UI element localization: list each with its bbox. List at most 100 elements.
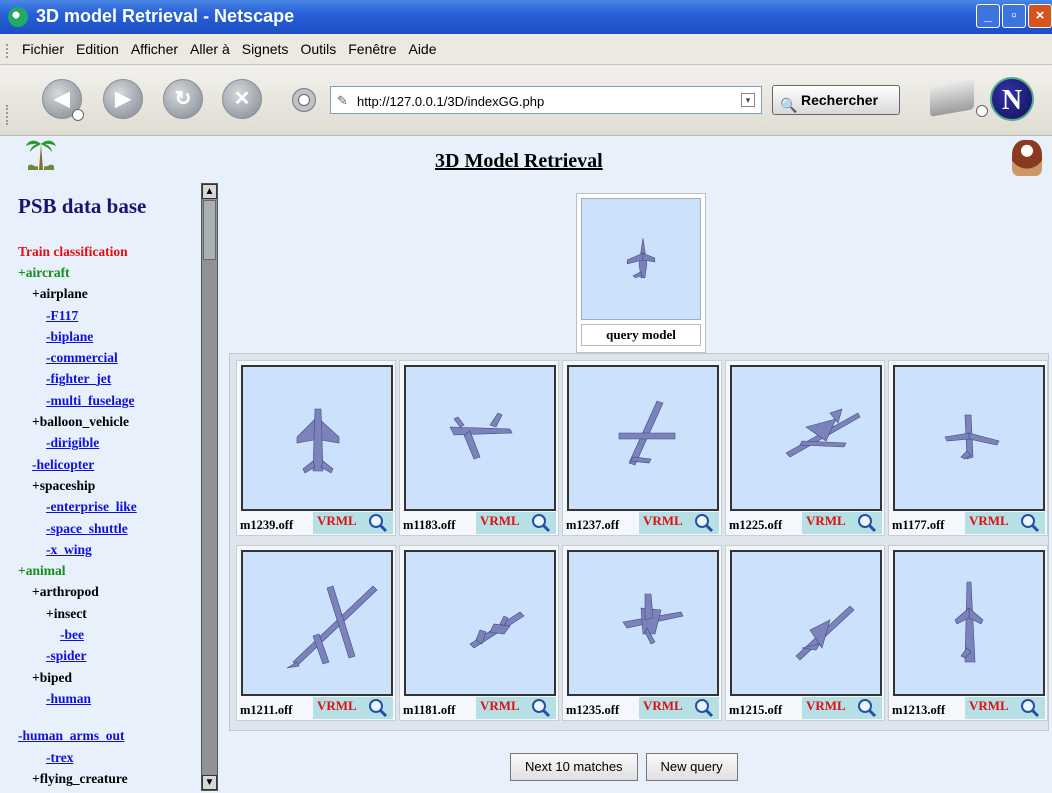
tree-node[interactable]: -F117: [18, 305, 198, 326]
nav-toolbar: ◀ ▶ ↻ ✕ ✎ ▾ 🔍 Rechercher N: [0, 65, 1052, 136]
menu-item[interactable]: Edition: [76, 41, 119, 57]
menu-item[interactable]: Outils: [300, 41, 336, 57]
magnifier-icon[interactable]: [1019, 698, 1041, 718]
tree-node[interactable]: -fighter_jet: [18, 368, 198, 389]
menu-item[interactable]: Fenêtre: [348, 41, 396, 57]
tree-node: +balloon_vehicle: [32, 414, 129, 430]
result-thumbnail[interactable]: [730, 550, 882, 696]
tree-node[interactable]: -dirigible: [18, 432, 198, 453]
magnifier-icon[interactable]: [367, 698, 389, 718]
result-thumbnail[interactable]: [404, 550, 556, 696]
pagination-buttons: Next 10 matches New query: [510, 753, 738, 781]
result-thumbnail[interactable]: [893, 365, 1045, 511]
vrml-link[interactable]: VRML: [476, 697, 556, 719]
vrml-link[interactable]: VRML: [313, 512, 393, 534]
result-thumbnail[interactable]: [241, 365, 393, 511]
magnifier-icon[interactable]: [693, 698, 715, 718]
maximize-button[interactable]: ▫: [1002, 4, 1026, 28]
tree-node[interactable]: -enterprise_like: [18, 496, 198, 517]
result-filename[interactable]: m1225.off: [729, 518, 782, 533]
vrml-link[interactable]: VRML: [313, 697, 393, 719]
query-thumbnail: [581, 198, 701, 320]
result-thumbnail[interactable]: [567, 550, 719, 696]
tree-node[interactable]: -spider: [18, 645, 198, 666]
tree-node[interactable]: -space_shuttle: [18, 518, 198, 539]
result-filename[interactable]: m1235.off: [566, 703, 619, 718]
vrml-link[interactable]: VRML: [802, 512, 882, 534]
stop-button[interactable]: ✕: [222, 79, 262, 119]
tree-node[interactable]: -bee: [18, 624, 198, 645]
scroll-up-icon[interactable]: ▲: [202, 184, 217, 199]
magnifier-icon[interactable]: [693, 513, 715, 533]
minimize-button[interactable]: _: [976, 4, 1000, 28]
result-thumbnail[interactable]: [241, 550, 393, 696]
reload-button[interactable]: ↻: [163, 79, 203, 119]
tree-node[interactable]: -multi_fuselage: [18, 390, 198, 411]
result-card: m1183.off VRML: [399, 360, 559, 536]
vrml-link[interactable]: VRML: [965, 697, 1045, 719]
result-filename[interactable]: m1183.off: [403, 518, 455, 533]
menu-item[interactable]: Aller à: [190, 41, 230, 57]
result-thumbnail[interactable]: [567, 365, 719, 511]
new-query-button[interactable]: New query: [645, 753, 738, 781]
menu-item[interactable]: Signets: [242, 41, 289, 57]
tree-node[interactable]: -commercial: [18, 347, 198, 368]
vrml-link[interactable]: VRML: [802, 697, 882, 719]
magnifier-icon[interactable]: [367, 513, 389, 533]
result-thumbnail[interactable]: [404, 365, 556, 511]
magnifier-icon[interactable]: [530, 698, 552, 718]
vrml-label: VRML: [969, 513, 1009, 528]
scroll-down-icon[interactable]: ▼: [202, 775, 217, 790]
vrml-label: VRML: [317, 513, 357, 528]
tree-node: +aircraft: [18, 265, 70, 280]
magnifier-icon[interactable]: [530, 513, 552, 533]
result-thumbnail[interactable]: [893, 550, 1045, 696]
tree-node[interactable]: -x_wing: [18, 539, 198, 560]
tree-node[interactable]: -trex: [18, 747, 198, 768]
result-card: m1237.off VRML: [562, 360, 722, 536]
tree-node[interactable]: -human: [18, 688, 198, 709]
forward-button[interactable]: ▶: [103, 79, 143, 119]
netscape-logo[interactable]: N: [990, 77, 1034, 121]
scroll-thumb[interactable]: [203, 200, 216, 260]
home-button[interactable]: [292, 88, 316, 112]
result-filename[interactable]: m1239.off: [240, 518, 293, 533]
url-bar[interactable]: ✎ ▾: [330, 86, 762, 114]
magnifier-icon[interactable]: [856, 513, 878, 533]
result-filename[interactable]: m1177.off: [892, 518, 944, 533]
back-history-dropdown[interactable]: [72, 109, 84, 121]
search-button[interactable]: 🔍 Rechercher: [772, 85, 900, 115]
toolbar-grip: [6, 105, 12, 125]
url-dropdown-icon[interactable]: ▾: [741, 93, 755, 107]
result-filename[interactable]: m1211.off: [240, 703, 292, 718]
left-frame-scrollbar[interactable]: ▲ ▼: [201, 183, 218, 791]
tree-node: +spaceship: [32, 477, 96, 493]
vrml-link[interactable]: VRML: [476, 512, 556, 534]
url-input[interactable]: [355, 90, 739, 112]
tree-node[interactable]: -biplane: [18, 326, 198, 347]
result-filename[interactable]: m1181.off: [403, 703, 455, 718]
result-filename[interactable]: m1215.off: [729, 703, 782, 718]
next-matches-button[interactable]: Next 10 matches: [510, 753, 638, 781]
vrml-link[interactable]: VRML: [639, 512, 719, 534]
menu-item[interactable]: Fichier: [22, 41, 64, 57]
page-title: 3D Model Retrieval: [435, 150, 603, 172]
page-icon: ✎: [337, 93, 348, 108]
vrml-link[interactable]: VRML: [639, 697, 719, 719]
tree-node[interactable]: -human_arms_out: [18, 725, 198, 746]
tree-node[interactable]: -helicopter: [18, 454, 198, 475]
result-filename[interactable]: m1213.off: [892, 703, 945, 718]
result-filename[interactable]: m1237.off: [566, 518, 619, 533]
menu-item[interactable]: Aide: [408, 41, 436, 57]
print-dropdown[interactable]: [976, 105, 988, 117]
result-thumbnail[interactable]: [730, 365, 882, 511]
vrml-link[interactable]: VRML: [965, 512, 1045, 534]
palm-logo-icon: [24, 136, 58, 180]
category-tree: +aircraft +airplane -F117 -biplane -commerci…: [18, 262, 198, 789]
close-button[interactable]: ×: [1028, 4, 1052, 28]
menu-item[interactable]: Afficher: [131, 41, 178, 57]
magnifier-icon[interactable]: [856, 698, 878, 718]
print-icon[interactable]: [930, 79, 974, 117]
title-bar: 3D model Retrieval - Netscape _ ▫ ×: [0, 0, 1052, 34]
magnifier-icon[interactable]: [1019, 513, 1041, 533]
